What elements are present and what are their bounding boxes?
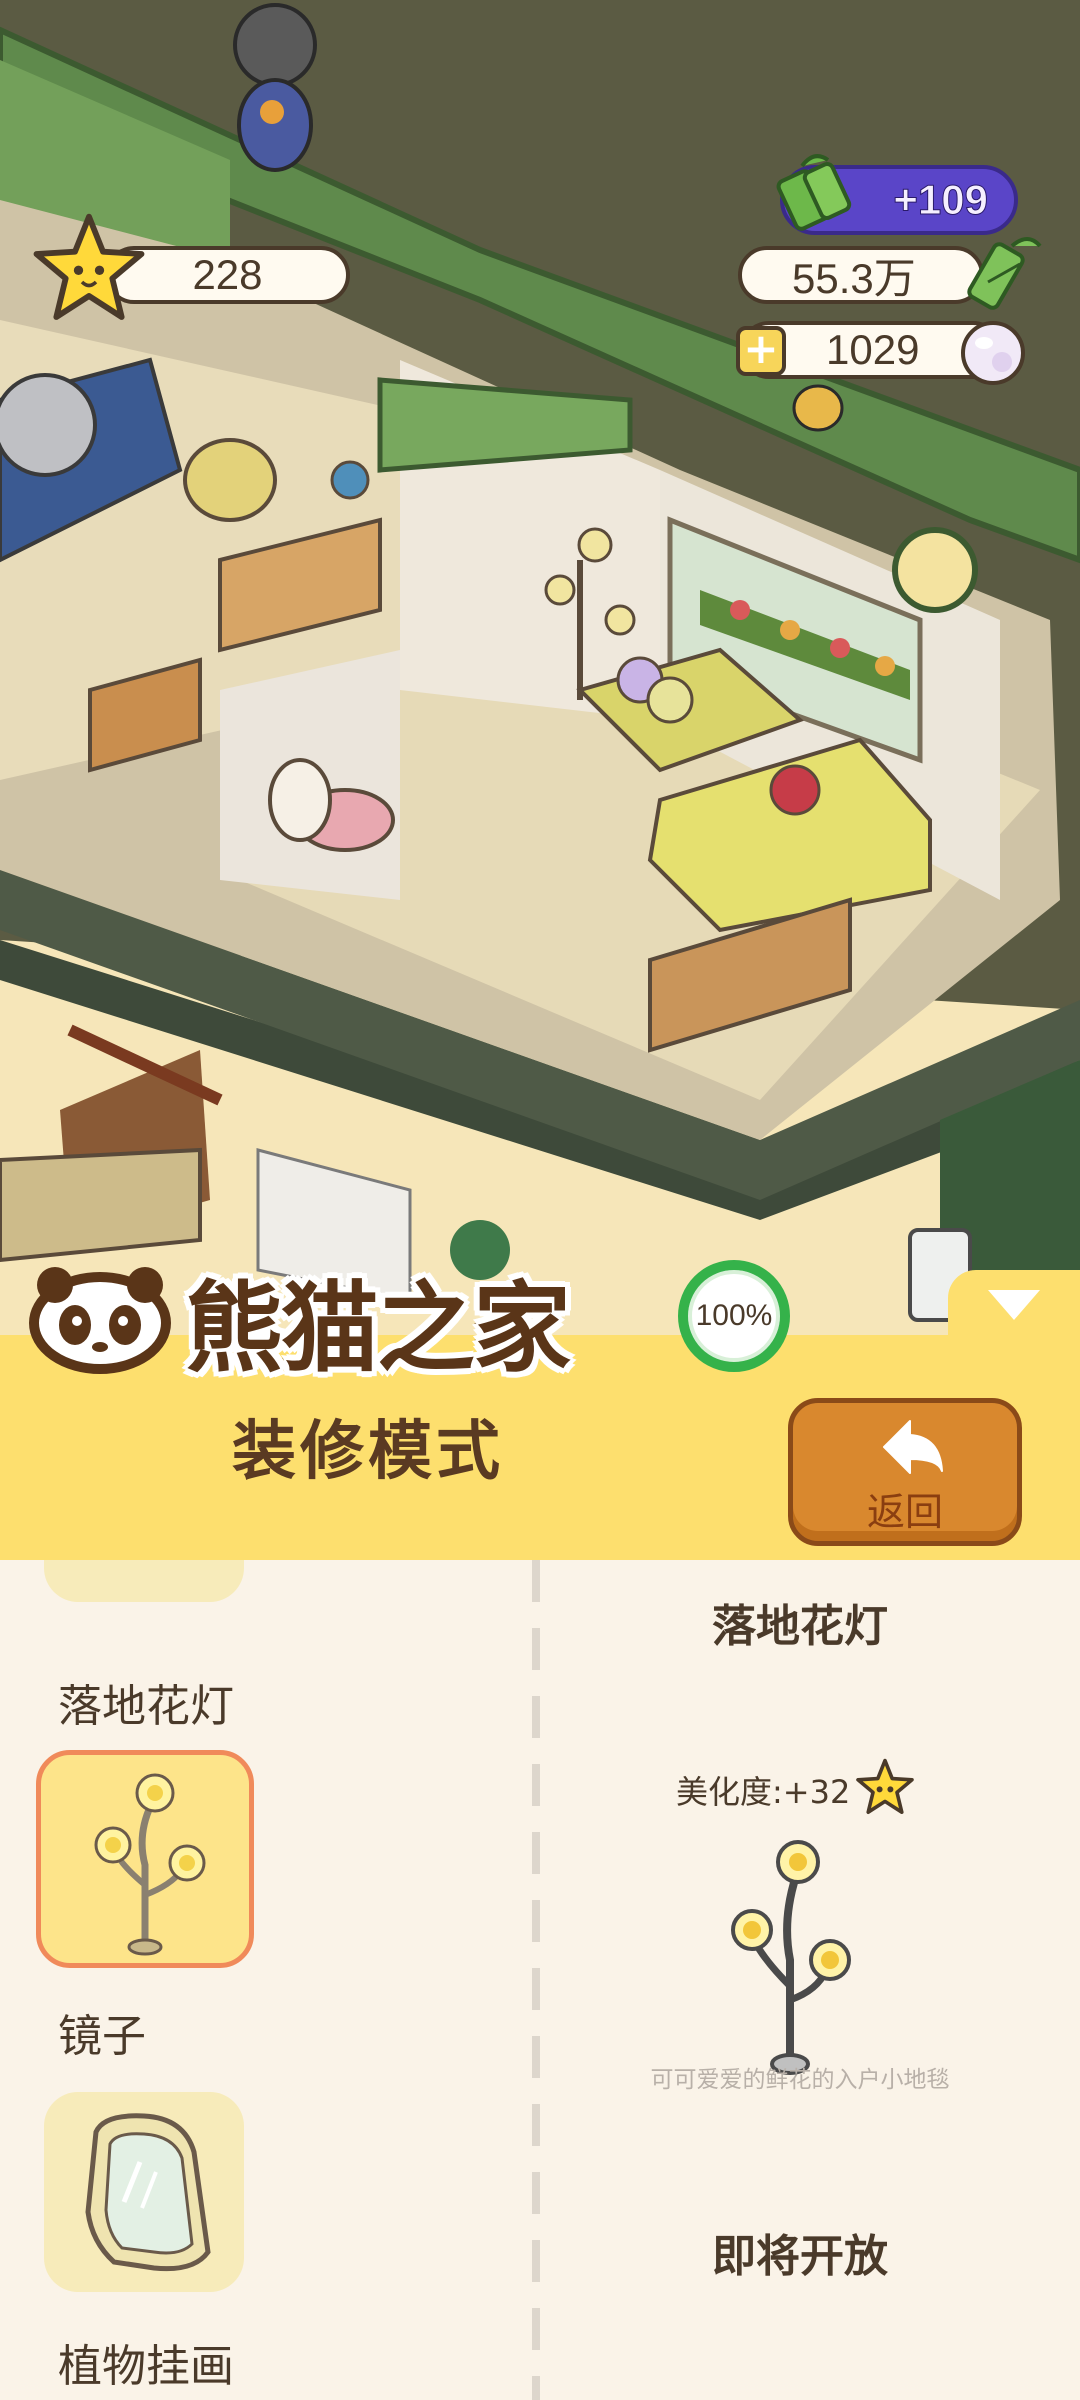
panda-logo-icon xyxy=(29,1267,171,1374)
progress-value: 100% xyxy=(695,1299,773,1332)
game-screen: +109 228 55.3万 1029 + 熊猫之家 100% 装修模式 返回 … xyxy=(0,0,1080,2400)
completion-progress: 100% xyxy=(678,1260,790,1372)
beauty-score: 美化度:+32 xyxy=(676,1767,850,1813)
item-thumb-mirror[interactable] xyxy=(44,2092,244,2292)
back-button-label: 返回 xyxy=(866,1490,943,1534)
game-title-bar: 熊猫之家 xyxy=(25,1255,573,1388)
bamboo-value: 55.3万 xyxy=(792,254,916,302)
back-arrow-icon xyxy=(883,1420,943,1474)
beauty-score-text: 美化度:+32 xyxy=(676,1773,851,1811)
collapse-arrow-icon[interactable] xyxy=(988,1290,1040,1320)
bamboo-counter-icon xyxy=(967,237,1042,310)
item-thumb-floor-lamp[interactable] xyxy=(36,1750,254,1968)
collapse-tab[interactable] xyxy=(948,1270,1080,1370)
panel-divider xyxy=(532,1560,540,2400)
detail-floor-lamp-icon xyxy=(731,1840,851,2075)
bamboo-counter[interactable]: 55.3万 xyxy=(738,246,984,304)
mirror-icon xyxy=(85,2113,211,2272)
item-thumb-previous[interactable] xyxy=(44,1560,244,1602)
furniture-panel: 落地花灯 镜子 植物挂画 落地花灯 美化度:+32 可可爱爱的鲜花的入户小地毯 … xyxy=(0,1560,1080,2400)
beauty-star-icon xyxy=(856,1758,914,1814)
item-label[interactable]: 植物挂画 xyxy=(58,2330,234,2394)
stars-value: 228 xyxy=(192,251,263,298)
back-button[interactable]: 返回 xyxy=(788,1398,1022,1546)
game-title: 熊猫之家 xyxy=(183,1270,573,1388)
pearl-value: 1029 xyxy=(826,326,920,373)
pearl-icon xyxy=(961,321,1025,385)
bamboo-bonus-value: +109 xyxy=(893,176,989,224)
plus-icon[interactable]: + xyxy=(736,326,786,376)
detail-description: 可可爱爱的鲜花的入户小地毯 xyxy=(650,2067,950,2093)
item-label[interactable]: 落地花灯 xyxy=(58,1670,234,1734)
floor-lamp-icon xyxy=(94,1773,206,1956)
bamboo-icon xyxy=(776,154,852,231)
star-icon xyxy=(33,213,145,320)
detail-item-name: 落地花灯 xyxy=(712,1601,888,1652)
coming-soon-status[interactable]: 即将开放 xyxy=(540,2220,1060,2284)
mode-title: 装修模式 xyxy=(232,1415,504,1489)
item-label[interactable]: 镜子 xyxy=(58,2000,146,2064)
